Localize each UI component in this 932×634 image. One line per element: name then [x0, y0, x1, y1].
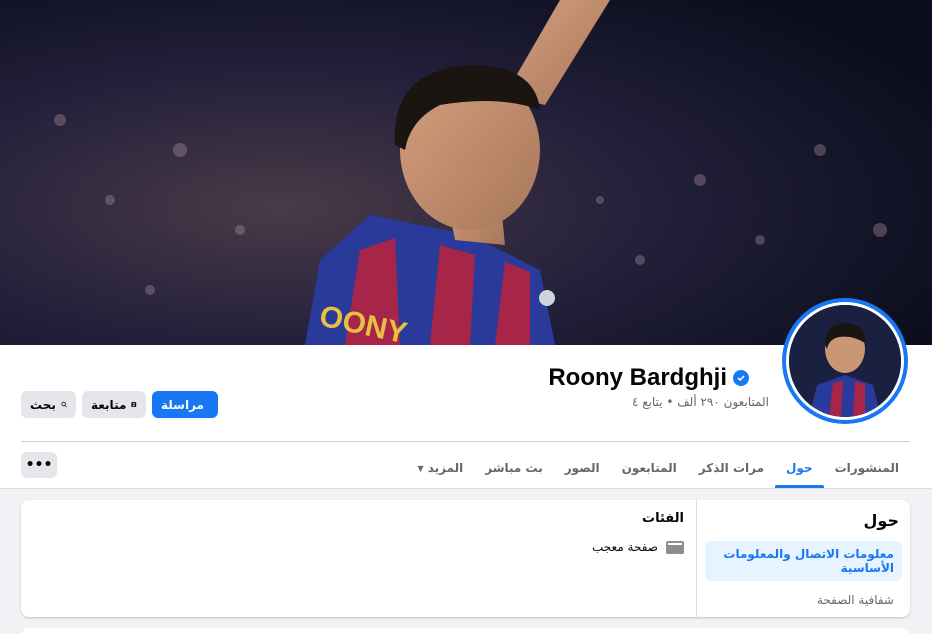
about-item-contact-info[interactable]: معلومات الاتصال والمعلومات الأساسية — [705, 541, 902, 581]
about-sidebar: حول معلومات الاتصال والمعلومات الأساسية … — [696, 500, 910, 617]
about-item-page-transparency[interactable]: شفافية الصفحة — [705, 587, 902, 613]
profile-name: Roony Bardghji — [548, 364, 749, 392]
search-button-label: بحث — [30, 397, 56, 412]
header-divider — [21, 441, 910, 442]
cover-illustration: OONY — [0, 0, 932, 345]
about-content: الفئات صفحة معجب — [592, 511, 684, 554]
tab-live[interactable]: بث مباشر — [474, 448, 554, 488]
category-label: صفحة معجب — [592, 540, 658, 554]
follow-button-label: متابعة — [91, 397, 127, 412]
follower-stats[interactable]: المتابعون ٢٩٠ ألف • يتابع ٤ — [632, 395, 769, 409]
tab-more[interactable]: المزيد ▼ — [407, 448, 475, 488]
tab-live-label: بث مباشر — [485, 461, 543, 475]
cover-photo[interactable]: OONY — [0, 0, 932, 345]
profile-avatar[interactable] — [782, 298, 908, 424]
about-title: حول — [863, 511, 899, 530]
more-options-button[interactable]: ••• — [21, 452, 57, 478]
verified-badge-icon — [733, 370, 749, 386]
profile-tabs: المنشورات حول مرات الذكر المتابعون الصور… — [407, 448, 910, 488]
message-button[interactable]: مراسلة — [152, 391, 218, 418]
search-button[interactable]: بحث — [21, 391, 76, 418]
chevron-down-icon: ▼ — [417, 463, 424, 473]
tab-followers-label: المتابعون — [621, 461, 677, 475]
tab-posts-label: المنشورات — [834, 461, 899, 475]
profile-name-text: Roony Bardghji — [548, 364, 727, 391]
tab-followers[interactable]: المتابعون — [611, 448, 688, 488]
avatar-image — [789, 305, 901, 417]
search-icon — [61, 401, 67, 408]
follow-button[interactable]: متابعة — [82, 391, 146, 418]
tab-about[interactable]: حول — [775, 448, 824, 488]
tab-posts[interactable]: المنشورات — [824, 448, 910, 488]
tab-photos[interactable]: الصور — [554, 448, 611, 488]
tab-photos-label: الصور — [564, 461, 600, 475]
about-card: حول معلومات الاتصال والمعلومات الأساسية … — [21, 500, 910, 617]
categories-title: الفئات — [642, 511, 684, 526]
tab-about-label: حول — [786, 461, 813, 475]
tab-mentions[interactable]: مرات الذكر — [688, 448, 775, 488]
tab-more-label: المزيد — [427, 461, 464, 475]
message-button-label: مراسلة — [161, 397, 204, 412]
next-card — [21, 628, 910, 634]
category-icon — [666, 540, 684, 554]
category-item: صفحة معجب — [592, 540, 684, 554]
follow-icon — [131, 402, 137, 407]
tab-mentions-label: مرات الذكر — [698, 461, 765, 475]
